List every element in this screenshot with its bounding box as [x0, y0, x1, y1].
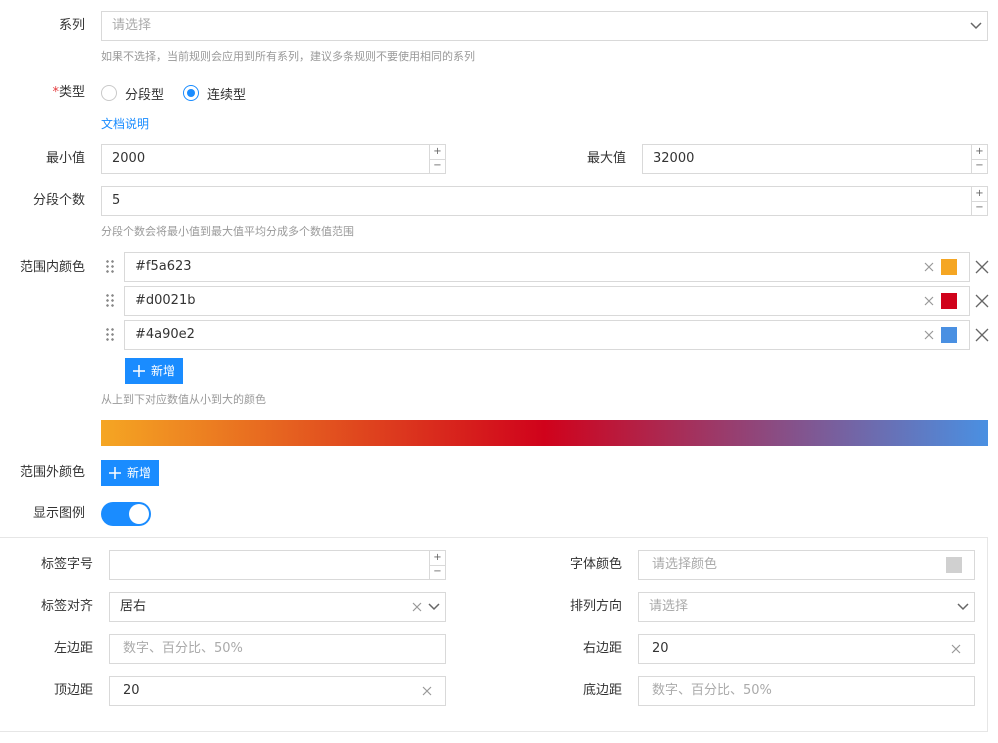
color-gradient-preview [101, 420, 988, 446]
drag-handle-icon[interactable] [105, 327, 115, 343]
increment-icon: + [430, 551, 445, 566]
bottom-margin-label: 底边距 [582, 683, 622, 698]
radio-segmented-label[interactable]: 分段型 [125, 84, 164, 103]
radio-continuous-label[interactable]: 连续型 [207, 84, 246, 103]
segments-value: 5 [112, 193, 121, 208]
plus-icon [109, 467, 121, 479]
series-hint: 如果不选择，当前规则会应用到所有系列，建议多条规则不要使用相同的系列 [101, 50, 475, 63]
color-swatch-3[interactable] [941, 327, 957, 343]
clear-icon[interactable] [950, 643, 962, 655]
orient-placeholder: 请选择 [649, 599, 689, 614]
show-legend-label: 显示图例 [32, 506, 85, 521]
left-margin-label: 左边距 [53, 641, 93, 656]
out-range-label: 范围外颜色 [19, 465, 85, 480]
label-align-select[interactable]: 居右 [109, 592, 446, 622]
left-margin-input[interactable]: 数字、百分比、50% [109, 634, 446, 664]
type-label-wrap: *类型 [0, 78, 85, 108]
clear-icon[interactable] [923, 261, 935, 273]
clear-icon[interactable] [923, 329, 935, 341]
min-label: 最小值 [45, 151, 85, 166]
segments-input[interactable]: 5 + − [101, 186, 988, 216]
clear-icon[interactable] [411, 601, 423, 613]
decrement-icon: − [433, 160, 442, 172]
series-select[interactable]: 请选择 [101, 11, 988, 41]
orient-select[interactable]: 请选择 [638, 592, 975, 622]
right-margin-input[interactable]: 20 [638, 634, 975, 664]
remove-color-icon[interactable] [975, 328, 989, 342]
doc-link[interactable]: 文档说明 [101, 115, 149, 132]
color-input-3[interactable]: #4a90e2 [124, 320, 970, 350]
in-range-label: 范围内颜色 [19, 260, 85, 275]
color-input-1[interactable]: #f5a623 [124, 252, 970, 282]
remove-color-icon[interactable] [975, 260, 989, 274]
max-stepper[interactable]: + − [971, 145, 987, 173]
min-stepper[interactable]: + − [429, 145, 445, 173]
series-placeholder: 请选择 [112, 18, 152, 33]
segments-label: 分段个数 [32, 193, 85, 208]
max-value: 32000 [653, 151, 695, 166]
segments-hint: 分段个数会将最小值到最大值平均分成多个数值范围 [101, 225, 354, 238]
font-color-placeholder: 请选择颜色 [652, 557, 718, 572]
drag-handle-icon[interactable] [105, 259, 115, 275]
color-value-3: #4a90e2 [135, 327, 195, 342]
font-size-stepper[interactable]: + − [429, 551, 445, 579]
plus-icon [133, 365, 145, 377]
remove-color-icon[interactable] [975, 294, 989, 308]
decrement-icon: − [433, 566, 442, 578]
chevron-down-icon [969, 12, 983, 40]
label-align-value: 居右 [120, 599, 147, 614]
segments-stepper[interactable]: + − [971, 187, 987, 215]
clear-icon[interactable] [923, 295, 935, 307]
right-margin-value: 20 [652, 641, 669, 656]
color-input-2[interactable]: #d0021b [124, 286, 970, 316]
radio-continuous[interactable] [183, 85, 199, 101]
chevron-down-icon [956, 593, 970, 621]
color-swatch-1[interactable] [941, 259, 957, 275]
max-input[interactable]: 32000 + − [642, 144, 988, 174]
add-in-range-color-button[interactable]: 新增 [125, 358, 184, 384]
min-value: 2000 [112, 151, 146, 166]
max-label: 最大值 [586, 151, 626, 166]
font-size-label: 标签字号 [40, 557, 93, 572]
min-input[interactable]: 2000 + − [101, 144, 446, 174]
color-value-1: #f5a623 [135, 259, 192, 274]
clear-icon[interactable] [421, 685, 433, 697]
top-margin-value: 20 [123, 683, 140, 698]
series-label: 系列 [58, 18, 85, 33]
add-in-range-label: 新增 [151, 364, 176, 378]
color-swatch-2[interactable] [941, 293, 957, 309]
type-label: 类型 [58, 85, 85, 100]
increment-icon: + [972, 187, 987, 202]
decrement-icon: − [975, 160, 984, 172]
color-preview-swatch[interactable] [946, 557, 962, 573]
left-margin-placeholder: 数字、百分比、50% [123, 641, 243, 656]
decrement-icon: − [975, 202, 984, 214]
bottom-margin-placeholder: 数字、百分比、50% [652, 683, 772, 698]
radio-segmented[interactable] [101, 85, 117, 101]
label-align-label: 标签对齐 [40, 599, 93, 614]
chevron-down-icon [427, 593, 441, 621]
font-color-label: 字体颜色 [569, 557, 622, 572]
orient-label: 排列方向 [569, 599, 622, 614]
font-size-input[interactable]: + − [109, 550, 446, 580]
increment-icon: + [972, 145, 987, 160]
add-out-range-label: 新增 [127, 466, 152, 480]
in-range-hint: 从上到下对应数值从小到大的颜色 [101, 393, 266, 406]
top-margin-input[interactable]: 20 [109, 676, 446, 706]
add-out-range-color-button[interactable]: 新增 [101, 460, 160, 486]
bottom-margin-input[interactable]: 数字、百分比、50% [638, 676, 975, 706]
increment-icon: + [430, 145, 445, 160]
show-legend-toggle[interactable] [101, 502, 151, 526]
top-margin-label: 顶边距 [53, 683, 93, 698]
right-margin-label: 右边距 [582, 641, 622, 656]
drag-handle-icon[interactable] [105, 293, 115, 309]
font-color-input[interactable]: 请选择颜色 [638, 550, 975, 580]
color-value-2: #d0021b [135, 293, 196, 308]
